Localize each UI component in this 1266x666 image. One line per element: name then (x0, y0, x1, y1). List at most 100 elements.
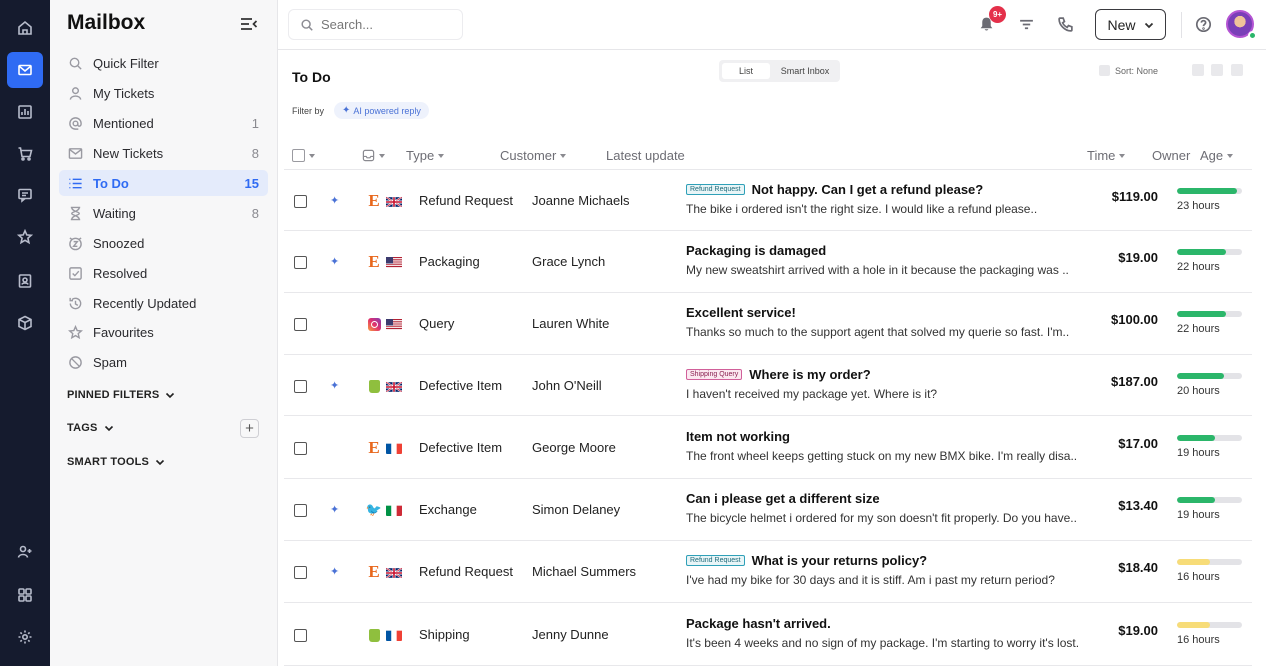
add-tag-button[interactable]: + (240, 419, 259, 438)
sidebar-item-quick-filter[interactable]: Quick Filter (59, 50, 268, 76)
page-title: To Do (292, 69, 331, 85)
customer-name[interactable]: Michael Summers (532, 564, 636, 579)
age-progress-bar (1177, 435, 1242, 441)
sidebar-item-spam[interactable]: Spam (59, 349, 268, 375)
chat-icon[interactable] (7, 177, 43, 213)
table-row[interactable]: ✦ E Packaging Grace Lynch Packaging is damag… (284, 231, 1252, 293)
row-checkbox[interactable] (294, 629, 307, 642)
ticket-subject[interactable]: Can i please get a different size (686, 491, 880, 506)
column-customer-label: Customer (500, 148, 557, 163)
row-checkbox[interactable] (294, 566, 307, 579)
customer-name[interactable]: John O'Neill (532, 378, 602, 393)
ticket-subject[interactable]: Package hasn't arrived. (686, 616, 831, 631)
ai-powered-reply-chip[interactable]: ✦ AI powered reply (334, 102, 429, 119)
column-latest-label: Latest update (606, 148, 685, 163)
home-icon[interactable] (7, 10, 43, 46)
sidebar-item-my-tickets[interactable]: My Tickets (59, 80, 268, 106)
row-checkbox[interactable] (294, 195, 307, 208)
sidebar-item-count: 8 (251, 145, 259, 161)
sidebar-item-mentioned[interactable]: Mentioned 1 (59, 110, 268, 136)
search-box[interactable] (288, 9, 463, 40)
select-all-checkbox[interactable] (292, 149, 315, 162)
reports-icon[interactable] (7, 94, 43, 130)
star-icon[interactable] (7, 219, 43, 255)
contacts-icon[interactable] (7, 263, 43, 299)
row-checkbox[interactable] (294, 504, 307, 517)
filter-icon[interactable] (1016, 14, 1036, 34)
sidebar-item-to-do[interactable]: To Do 15 (59, 170, 268, 196)
help-icon[interactable] (1193, 14, 1213, 34)
etsy-icon: E (368, 562, 380, 581)
customer-name[interactable]: Lauren White (532, 316, 609, 331)
mail-icon[interactable] (7, 52, 43, 88)
inbox-filter-icon[interactable] (362, 149, 385, 162)
ticket-subject[interactable]: Excellent service! (686, 305, 796, 320)
ticket-subject[interactable]: Shipping Query Where is my order? (686, 367, 871, 382)
settings-icon[interactable] (7, 619, 43, 655)
sidebar-item-resolved[interactable]: Resolved (59, 260, 268, 286)
customer-name[interactable]: Simon Delaney (532, 502, 620, 517)
row-checkbox[interactable] (294, 442, 307, 455)
table-row[interactable]: ✦ Defective Item John O'Neill Shipping Quer… (284, 355, 1252, 416)
column-owner-label: Owner (1152, 148, 1191, 163)
column-latest-update[interactable]: Latest update (606, 148, 685, 163)
ticket-subject[interactable]: Refund Request What is your returns polic… (686, 553, 927, 568)
cart-icon[interactable] (7, 136, 43, 172)
flag-fr-icon (386, 629, 402, 641)
apps-icon[interactable] (7, 577, 43, 613)
view-option-smart-inbox[interactable]: Smart Inbox (774, 63, 836, 79)
age-progress-fill (1177, 559, 1210, 565)
sort-control[interactable]: Sort: None (1099, 65, 1158, 76)
subject-title: Where is my order? (749, 367, 871, 382)
view-mode-icon[interactable] (1211, 64, 1223, 76)
ticket-subject[interactable]: Refund Request Not happy. Can I get a ref… (686, 182, 983, 197)
section-label: PINNED FILTERS (67, 389, 160, 401)
history-icon (67, 295, 83, 311)
row-checkbox[interactable] (294, 318, 307, 331)
row-checkbox[interactable] (294, 256, 307, 269)
sidebar-item-new-tickets[interactable]: New Tickets 8 (59, 140, 268, 166)
age-progress-fill (1177, 622, 1210, 628)
view-option-list[interactable]: List (722, 63, 770, 79)
column-time[interactable]: Time (1087, 148, 1126, 163)
view-mode-icon[interactable] (1231, 64, 1243, 76)
smart-tools-section[interactable]: SMART TOOLS (67, 456, 165, 468)
table-row[interactable]: ✦ 🐦 Exchange Simon Delaney Can i please get … (284, 479, 1252, 541)
pinned-filters-section[interactable]: PINNED FILTERS (67, 389, 175, 401)
collapse-sidebar-icon[interactable] (240, 17, 258, 31)
table-row[interactable]: ✦ E Refund Request Michael Summers Refund Re… (284, 541, 1252, 603)
ticket-subject[interactable]: Packaging is damaged (686, 243, 826, 258)
phone-icon[interactable] (1055, 14, 1075, 34)
sort-checkbox[interactable] (1099, 65, 1110, 76)
table-row[interactable]: Shipping Jenny Dunne Package hasn't arrive… (284, 603, 1252, 666)
tags-section[interactable]: TAGS (67, 422, 114, 434)
main-panel: To Do List Smart Inbox Sort: None Filter… (278, 50, 1266, 666)
column-type[interactable]: Type (406, 148, 445, 163)
column-owner[interactable]: Owner (1152, 148, 1190, 163)
customer-name[interactable]: Jenny Dunne (532, 627, 609, 642)
column-age[interactable]: Age (1200, 148, 1234, 163)
sidebar-item-count: 15 (244, 175, 259, 191)
view-mode-icon[interactable] (1192, 64, 1204, 76)
table-row[interactable]: ✦ E Refund Request Joanne Michaels Refund Re… (284, 171, 1252, 231)
search-input[interactable] (321, 17, 451, 32)
sidebar-item-favourites[interactable]: Favourites (59, 319, 268, 345)
column-customer[interactable]: Customer (500, 148, 567, 163)
sidebar-item-waiting[interactable]: Waiting 8 (59, 200, 268, 226)
top-bar: 9+ New (278, 0, 1266, 50)
package-icon[interactable] (7, 305, 43, 341)
sidebar-item-recently-updated[interactable]: Recently Updated (59, 290, 268, 316)
ticket-subject[interactable]: Item not working (686, 429, 790, 444)
sidebar-item-snoozed[interactable]: Snoozed (59, 230, 268, 256)
sidebar-item-label: Spam (93, 354, 127, 370)
add-user-icon[interactable] (7, 534, 43, 570)
table-row[interactable]: Query Lauren White Excellent service! Thank… (284, 293, 1252, 355)
order-value: $18.40 (1118, 560, 1158, 575)
customer-name[interactable]: Joanne Michaels (532, 193, 630, 208)
row-checkbox[interactable] (294, 380, 307, 393)
customer-name[interactable]: Grace Lynch (532, 254, 605, 269)
sidebar-item-label: Mentioned (93, 115, 154, 131)
table-row[interactable]: E Defective Item George Moore Item not work… (284, 416, 1252, 479)
new-button[interactable]: New (1095, 9, 1166, 40)
customer-name[interactable]: George Moore (532, 440, 616, 455)
